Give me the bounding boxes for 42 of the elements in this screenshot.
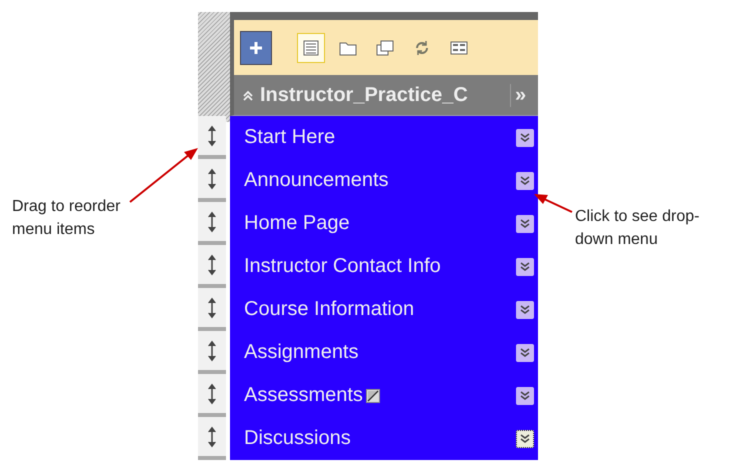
up-down-arrow-icon [207,340,217,362]
list-tool-button[interactable] [297,32,325,62]
up-down-arrow-icon [207,168,217,190]
collapse-icon[interactable] [242,89,254,101]
drag-handle[interactable] [198,331,226,374]
double-chevron-icon [520,176,530,186]
drag-handle[interactable] [198,245,226,288]
course-title: Instructor_Practice_C [260,84,469,106]
up-down-arrow-icon [207,426,217,448]
list-icon [302,38,320,56]
double-chevron-icon [520,262,530,272]
drag-handle[interactable] [198,417,226,460]
up-down-arrow-icon [207,382,217,404]
double-chevron-icon [520,348,530,358]
add-button[interactable] [240,30,272,64]
refresh-icon [413,38,431,56]
up-down-arrow-icon [207,254,217,276]
callout-text: Drag to reorder menu items [12,197,122,240]
up-down-arrow-icon [207,296,217,318]
double-chevron-icon [520,304,530,314]
double-chevron-icon [520,390,530,400]
windows-icon [376,38,394,56]
plus-icon [249,40,263,54]
drag-handle[interactable] [198,202,226,245]
callout-text: Click to see drop-down menu [575,207,700,250]
up-down-arrow-icon [207,210,217,232]
drag-handle[interactable] [198,116,226,159]
drag-handle[interactable] [198,374,226,417]
double-chevron-icon [520,132,530,142]
menu-item[interactable]: Discussions [244,427,351,450]
up-down-arrow-icon [207,124,217,146]
drag-handle[interactable] [198,288,226,331]
grid-icon [450,38,468,56]
arrow [532,192,574,214]
dropdown-button[interactable] [516,430,534,448]
menu-item[interactable]: Assignments [244,341,358,364]
double-chevron-icon [520,434,530,444]
menu-item[interactable]: Start Here [244,126,336,149]
menu-item[interactable]: Home Page [244,212,350,235]
drag-handle[interactable] [198,159,226,202]
expand-button[interactable]: » [510,84,526,106]
double-chevron-icon [520,218,530,228]
